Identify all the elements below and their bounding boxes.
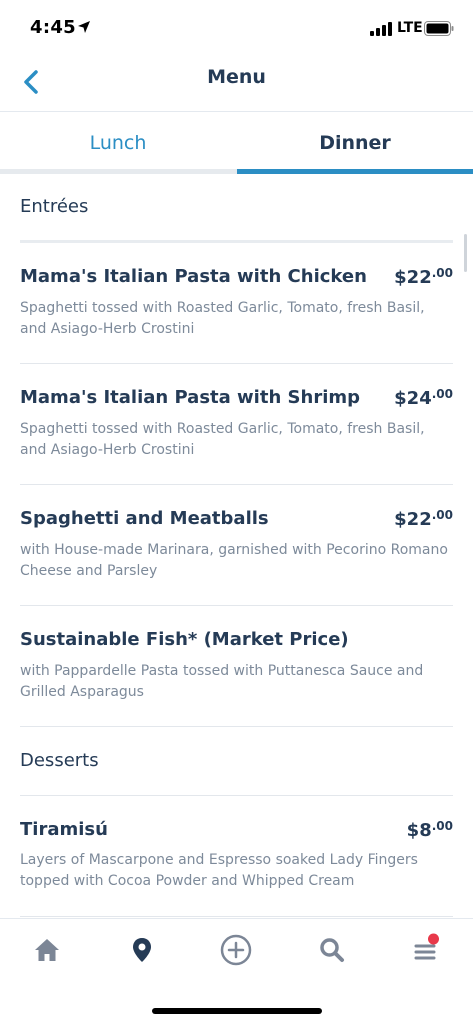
item-price: $22.00 xyxy=(394,266,453,288)
item-description: Spaghetti tossed with Roasted Garlic, To… xyxy=(20,300,425,337)
item-price: $24.00 xyxy=(394,387,453,409)
status-time: 4:45 xyxy=(30,17,76,38)
item-divider xyxy=(20,726,453,727)
item-divider xyxy=(20,484,453,485)
cellular-signal-icon xyxy=(370,22,392,36)
section-header-desserts: Desserts xyxy=(20,750,99,771)
item-name: Spaghetti and Meatballs xyxy=(20,508,269,529)
item-divider xyxy=(20,605,453,606)
section-header-entrees: Entrées xyxy=(20,196,89,217)
item-name: Mama's Italian Pasta with Chicken xyxy=(20,266,367,287)
tab-dinner[interactable]: Dinner xyxy=(237,112,473,174)
home-indicator[interactable] xyxy=(152,1008,322,1014)
section-divider xyxy=(20,240,453,243)
home-icon[interactable] xyxy=(32,935,62,965)
page-title: Menu xyxy=(207,66,266,88)
menu-icon[interactable] xyxy=(411,931,443,965)
search-icon[interactable] xyxy=(317,935,347,965)
menu-list[interactable]: Entrées Mama's Italian Pasta with Chicke… xyxy=(0,174,473,918)
item-description: with Pappardelle Pasta tossed with Putta… xyxy=(20,663,424,700)
network-label: LTE xyxy=(397,20,423,36)
item-divider xyxy=(20,916,453,917)
item-name: Sustainable Fish* (Market Price) xyxy=(20,629,349,650)
tab-lunch[interactable]: Lunch xyxy=(0,112,236,174)
item-name: Tiramisú xyxy=(20,819,108,840)
item-price: $8.00 xyxy=(406,819,453,841)
battery-icon xyxy=(424,21,454,36)
location-arrow-icon xyxy=(78,21,90,33)
item-description: with House-made Marinara, garnished with… xyxy=(20,542,448,579)
location-pin-icon[interactable] xyxy=(127,935,157,965)
section-divider xyxy=(20,795,453,796)
add-circle-icon[interactable] xyxy=(220,934,252,966)
nav-header: Menu xyxy=(0,52,473,112)
item-name: Mama's Italian Pasta with Shrimp xyxy=(20,387,361,408)
item-price: $22.00 xyxy=(394,508,453,530)
item-description: Layers of Mascarpone and Espresso soaked… xyxy=(20,852,418,889)
notification-dot xyxy=(428,933,439,945)
item-divider xyxy=(20,363,453,364)
scrollbar[interactable] xyxy=(464,234,467,272)
status-bar: 4:45 LTE xyxy=(0,0,473,52)
item-description: Spaghetti tossed with Roasted Garlic, To… xyxy=(20,421,425,458)
meal-tabs: Lunch Dinner xyxy=(0,112,473,174)
